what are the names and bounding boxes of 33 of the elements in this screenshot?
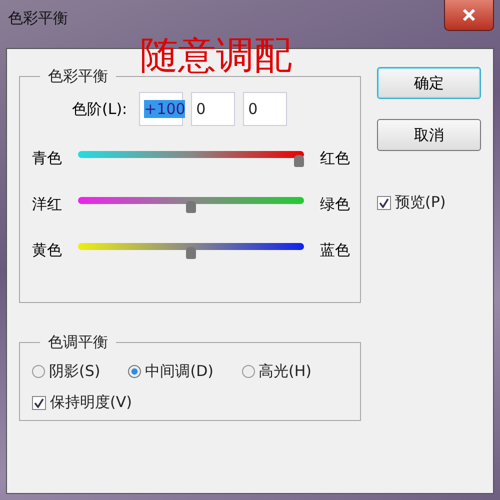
checkbox-label[interactable]: 保持明度(V) bbox=[50, 393, 132, 412]
dialog-button[interactable]: 取消 bbox=[377, 119, 481, 151]
level-field[interactable]: 0 bbox=[243, 92, 288, 126]
radio-button[interactable] bbox=[128, 365, 142, 378]
close-icon bbox=[462, 8, 476, 22]
slider-left-label: 黄色 bbox=[32, 240, 63, 260]
group-title: 色彩平衡 bbox=[47, 67, 109, 86]
slider-right-label: 蓝色 bbox=[319, 240, 350, 260]
color-slider[interactable] bbox=[78, 240, 304, 260]
radio-label[interactable]: 中间调(D) bbox=[145, 362, 214, 381]
close-button[interactable] bbox=[444, 0, 494, 31]
color-slider[interactable] bbox=[78, 194, 304, 214]
level-field[interactable]: +100 bbox=[139, 92, 184, 126]
slider-right-label: 绿色 bbox=[319, 194, 350, 214]
slider-left-label: 洋红 bbox=[32, 194, 63, 214]
slider-left-label: 青色 bbox=[32, 148, 63, 168]
slider-right-label: 红色 bbox=[319, 148, 350, 168]
level-field[interactable]: 0 bbox=[191, 92, 236, 126]
group-title: 色调平衡 bbox=[47, 333, 109, 352]
slider-thumb[interactable] bbox=[186, 201, 196, 213]
color-slider[interactable] bbox=[78, 148, 304, 168]
checkbox[interactable] bbox=[377, 196, 391, 210]
radio-button[interactable] bbox=[32, 365, 45, 378]
radio-button[interactable] bbox=[242, 365, 254, 378]
slider-thumb[interactable] bbox=[186, 247, 196, 259]
checkbox-label[interactable]: 预览(P) bbox=[395, 193, 446, 212]
window-title: 色彩平衡 bbox=[8, 9, 68, 28]
radio-label[interactable]: 高光(H) bbox=[258, 362, 312, 381]
slider-thumb[interactable] bbox=[294, 155, 304, 167]
levels-label: 色阶(L): bbox=[72, 100, 128, 118]
checkbox[interactable] bbox=[32, 396, 46, 410]
dialog-button[interactable]: 确定 bbox=[377, 67, 481, 99]
radio-label[interactable]: 阴影(S) bbox=[49, 362, 100, 381]
